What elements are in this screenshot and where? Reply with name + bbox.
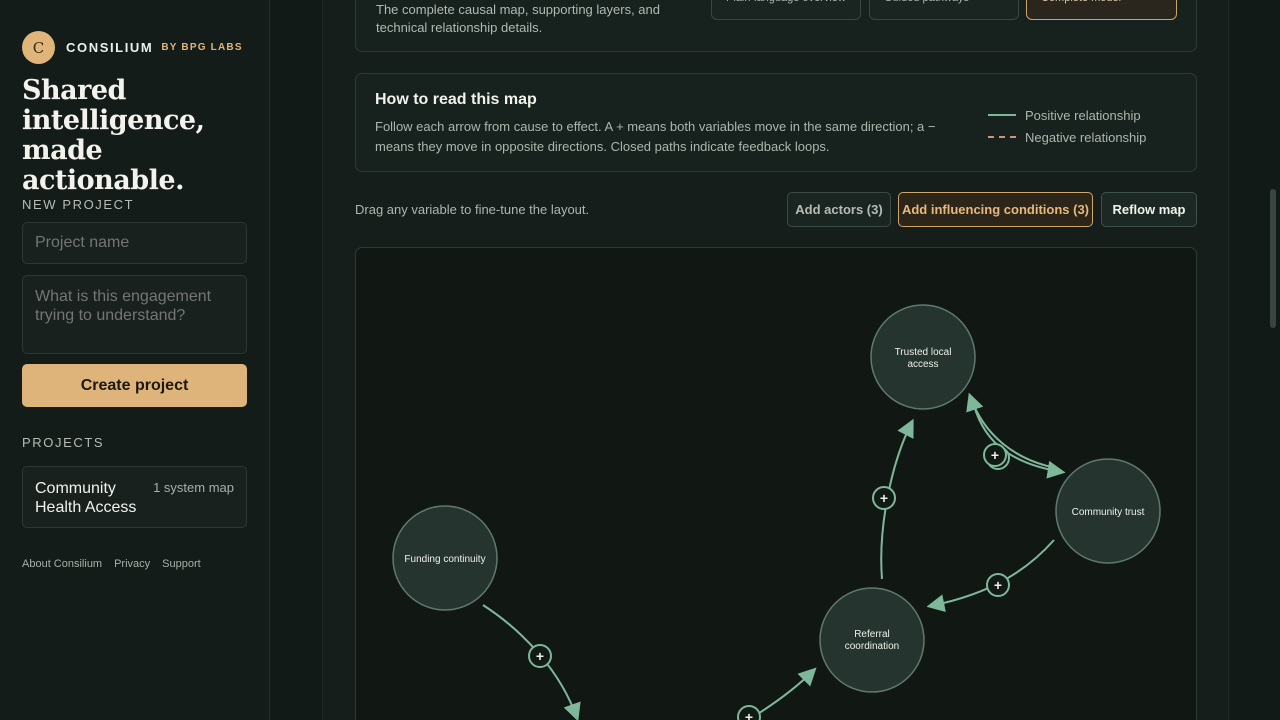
howto-text: Follow each arrow from cause to effect. … [375,119,936,154]
edge-community-to-referral[interactable] [926,539,1055,613]
add-actors-button[interactable]: Add actors (3) [787,192,891,227]
svg-text:+: + [880,490,888,506]
node-funding-continuity[interactable]: Funding continuity [392,505,498,611]
new-project-label: NEW PROJECT [22,197,135,212]
polarity-marker: + [983,443,1010,470]
svg-text:Referral: Referral [854,629,890,640]
svg-text:Community trust: Community trust [1072,507,1145,518]
main-content: The complete causal map, supporting laye… [322,0,1229,720]
project-card[interactable]: Community Health Access 1 system map [22,466,247,528]
system-map-canvas[interactable]: + + + + + Trusted local access Community… [355,247,1197,720]
view-plain-language-button[interactable]: Plain-language overview [711,0,861,20]
svg-text:Funding continuity: Funding continuity [404,554,485,565]
svg-text:coordination: coordination [845,641,899,652]
drag-hint: Drag any variable to fine-tune the layou… [355,202,590,217]
legend-negative-label: Negative relationship [1025,129,1147,145]
legend-positive: Positive relationship [988,104,1146,126]
project-question-input[interactable] [22,275,247,354]
node-referral-coordination[interactable]: Referral coordination [819,587,925,693]
legend-negative: Negative relationship [988,126,1146,148]
brand-subtitle: BY BPG LABS [161,42,243,53]
polarity-marker: + [528,644,552,668]
about-link[interactable]: About Consilium [22,558,102,570]
node-trusted-local-access[interactable]: Trusted local access [870,304,976,410]
reflow-map-button[interactable]: Reflow map [1101,192,1197,227]
privacy-link[interactable]: Privacy [114,558,150,570]
polarity-marker: + [986,573,1010,597]
polarity-marker: + [737,705,761,720]
relationship-legend: Positive relationship Negative relations… [988,104,1146,148]
projects-label: PROJECTS [22,435,105,450]
legend-positive-label: Positive relationship [1025,107,1141,123]
polarity-marker: + [872,486,896,510]
how-to-read-panel: How to read this map Follow each arrow f… [355,73,1197,172]
view-description: The complete causal map, supporting laye… [376,2,660,35]
svg-text:access: access [907,359,938,370]
support-link[interactable]: Support [162,558,201,570]
brand-name: CONSILIUM [66,40,154,55]
view-complete-model-button[interactable]: Complete model [1026,0,1177,20]
page-scrollbar[interactable] [1270,189,1276,328]
brand-logo: C [22,31,55,64]
svg-text:+: + [991,447,999,463]
brand[interactable]: C CONSILIUM BY BPG LABS [22,31,243,64]
negative-line-icon [988,136,1016,138]
howto-title: How to read this map [375,91,537,108]
project-map-count: 1 system map [153,480,234,495]
project-name: Community Health Access [35,480,137,516]
positive-line-icon [988,114,1016,116]
svg-text:+: + [994,577,1002,593]
svg-text:Trusted local: Trusted local [895,347,952,358]
sidebar: C CONSILIUM BY BPG LABS Shared intellige… [0,0,270,720]
node-community-trust[interactable]: Community trust [1055,458,1161,564]
system-map-svg[interactable]: + + + + + Trusted local access Community… [356,248,1198,720]
add-conditions-button[interactable]: Add influencing conditions (3) [898,192,1093,227]
project-name-input[interactable] [22,222,247,264]
footer-links: About Consilium Privacy Support [22,558,201,570]
create-project-button[interactable]: Create project [22,364,247,407]
view-mode-panel: The complete causal map, supporting laye… [355,0,1197,52]
tagline: Shared intelligence, made actionable. [22,75,205,196]
svg-text:+: + [536,648,544,664]
view-guided-pathways-button[interactable]: Guided pathways [869,0,1019,20]
svg-text:+: + [745,709,753,720]
